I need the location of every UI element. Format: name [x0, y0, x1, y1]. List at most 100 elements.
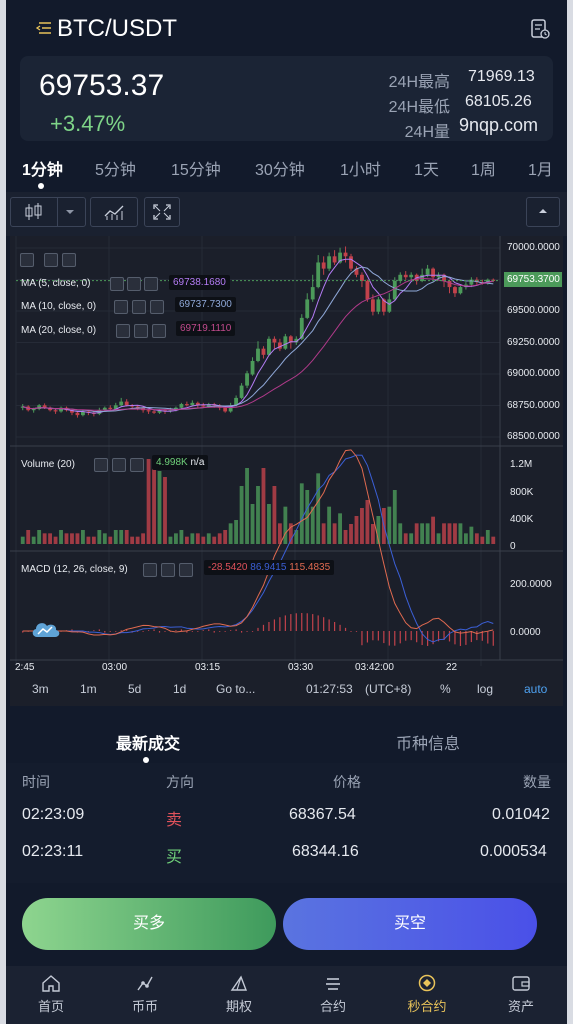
volume-bar	[141, 533, 146, 544]
stat-volume-label: 24H量	[404, 124, 450, 141]
tab-interval-30m[interactable]: 30分钟	[255, 156, 305, 180]
volume-bar	[119, 530, 124, 544]
volume-bar	[75, 533, 80, 544]
eye-icon[interactable]	[44, 253, 58, 267]
macd-histogram	[399, 631, 401, 644]
go-to-button[interactable]: Go to...	[216, 682, 255, 696]
tab-interval-1d[interactable]: 1天	[414, 156, 439, 180]
range-1m[interactable]: 1m	[80, 682, 97, 696]
timezone[interactable]: (UTC+8)	[365, 682, 411, 696]
tab-interval-5m[interactable]: 5分钟	[95, 156, 136, 180]
gear-icon[interactable]	[127, 277, 141, 291]
candle	[425, 268, 430, 275]
macd-histogram	[410, 631, 412, 641]
tab-interval-1w[interactable]: 1周	[471, 156, 496, 180]
nav-options[interactable]: 期权	[199, 966, 279, 1024]
range-1d[interactable]: 1d	[173, 682, 186, 696]
tab-interval-1mo[interactable]: 1月	[528, 156, 553, 180]
tab-interval-1m[interactable]: 1分钟	[22, 156, 63, 180]
volume-bar	[239, 486, 244, 544]
gear-icon[interactable]	[161, 563, 175, 577]
candle	[184, 404, 189, 406]
buy-short-button[interactable]: 买空	[283, 898, 537, 950]
candle	[370, 299, 375, 312]
volume-bar	[190, 533, 195, 544]
macd-histogram	[333, 622, 336, 631]
candle	[152, 411, 156, 413]
percent-toggle[interactable]: %	[440, 682, 451, 696]
legend-ma20-value: 69719.1110	[176, 321, 236, 336]
macd-histogram	[180, 629, 183, 631]
bottom-nav: 首页 币币 期权 合约 秒合约 资产	[6, 966, 567, 1024]
close-icon[interactable]	[152, 324, 166, 338]
candle	[349, 256, 353, 269]
close-icon[interactable]	[144, 277, 158, 291]
range-5d[interactable]: 5d	[128, 682, 141, 696]
collapse-chart-button[interactable]	[526, 197, 560, 227]
log-toggle[interactable]: log	[477, 682, 493, 696]
eye-icon[interactable]	[110, 277, 124, 291]
nav-label: 资产	[507, 999, 534, 1014]
order-history-icon[interactable]	[530, 18, 550, 40]
menu-icon[interactable]	[36, 20, 52, 36]
tab-interval-1h[interactable]: 1小时	[340, 156, 381, 180]
buy-long-button[interactable]: 买多	[22, 898, 276, 950]
macd-histogram	[492, 631, 494, 646]
nav-home[interactable]: 首页	[11, 966, 91, 1024]
nav-futures[interactable]: 合约	[293, 966, 373, 1024]
tab-coin-info[interactable]: 币种信息	[396, 730, 460, 754]
auto-toggle[interactable]: auto	[524, 682, 547, 696]
nav-second-contract[interactable]: 秒合约	[387, 966, 467, 1024]
close-icon[interactable]	[130, 458, 144, 472]
gear-icon[interactable]	[134, 324, 148, 338]
tab-latest-trades[interactable]: 最新成交	[116, 730, 180, 754]
volume-bar	[168, 536, 173, 544]
tab-interval-15m[interactable]: 15分钟	[171, 156, 221, 180]
macd-histogram	[262, 624, 265, 631]
volume-axis-tick: 1.2M	[510, 459, 533, 470]
close-icon[interactable]	[179, 563, 193, 577]
col-qty: 数量	[523, 774, 551, 790]
price-axis-tick: 69500.0000	[507, 305, 560, 316]
volume-bar	[228, 523, 233, 544]
stat-volume-value: 9nqp.com	[459, 115, 539, 135]
range-3m[interactable]: 3m	[32, 682, 49, 696]
volume-bar	[97, 530, 102, 544]
eye-icon[interactable]	[94, 458, 108, 472]
candle	[431, 268, 435, 278]
eye-icon[interactable]	[114, 300, 128, 314]
indicators-button[interactable]	[90, 197, 138, 227]
macd-histogram	[405, 631, 407, 641]
time-axis-tick: 03:15	[195, 662, 221, 673]
gear-icon[interactable]	[132, 300, 146, 314]
candle	[223, 407, 228, 412]
trades-table: 时间 方向 价格 数量 02:23:09 卖 68367.54 0.01042 …	[6, 763, 567, 883]
collapse-legend-button[interactable]	[20, 253, 34, 267]
eye-icon[interactable]	[143, 563, 157, 577]
volume-bar	[261, 468, 266, 544]
price-chart[interactable]: MA (5, close, 0) 69738.1680 MA (10, clos…	[10, 236, 563, 706]
close-icon[interactable]	[150, 300, 164, 314]
chart-type-select[interactable]	[10, 197, 86, 227]
gear-icon[interactable]	[112, 458, 126, 472]
volume-bar	[354, 516, 359, 544]
time-axis-tick: 03:30	[288, 662, 314, 673]
nav-label: 币币	[131, 999, 158, 1014]
last-price-tag: 69753.3700	[504, 272, 562, 287]
nav-spot[interactable]: 币币	[105, 966, 185, 1024]
fullscreen-button[interactable]	[144, 197, 180, 227]
gear-icon[interactable]	[62, 253, 76, 267]
eye-icon[interactable]	[116, 324, 130, 338]
volume-bar	[392, 490, 397, 544]
volume-bar	[179, 530, 184, 544]
spot-icon	[137, 976, 153, 991]
stat-high-value: 71969.13	[468, 68, 535, 85]
macd-histogram	[191, 631, 193, 632]
trade-time: 02:23:09	[22, 806, 85, 823]
nav-assets[interactable]: 资产	[481, 966, 561, 1024]
candle	[267, 338, 271, 355]
macd-histogram	[273, 619, 276, 631]
macd-histogram	[344, 627, 347, 631]
macd-histogram	[377, 631, 379, 641]
nav-label: 首页	[37, 999, 64, 1014]
